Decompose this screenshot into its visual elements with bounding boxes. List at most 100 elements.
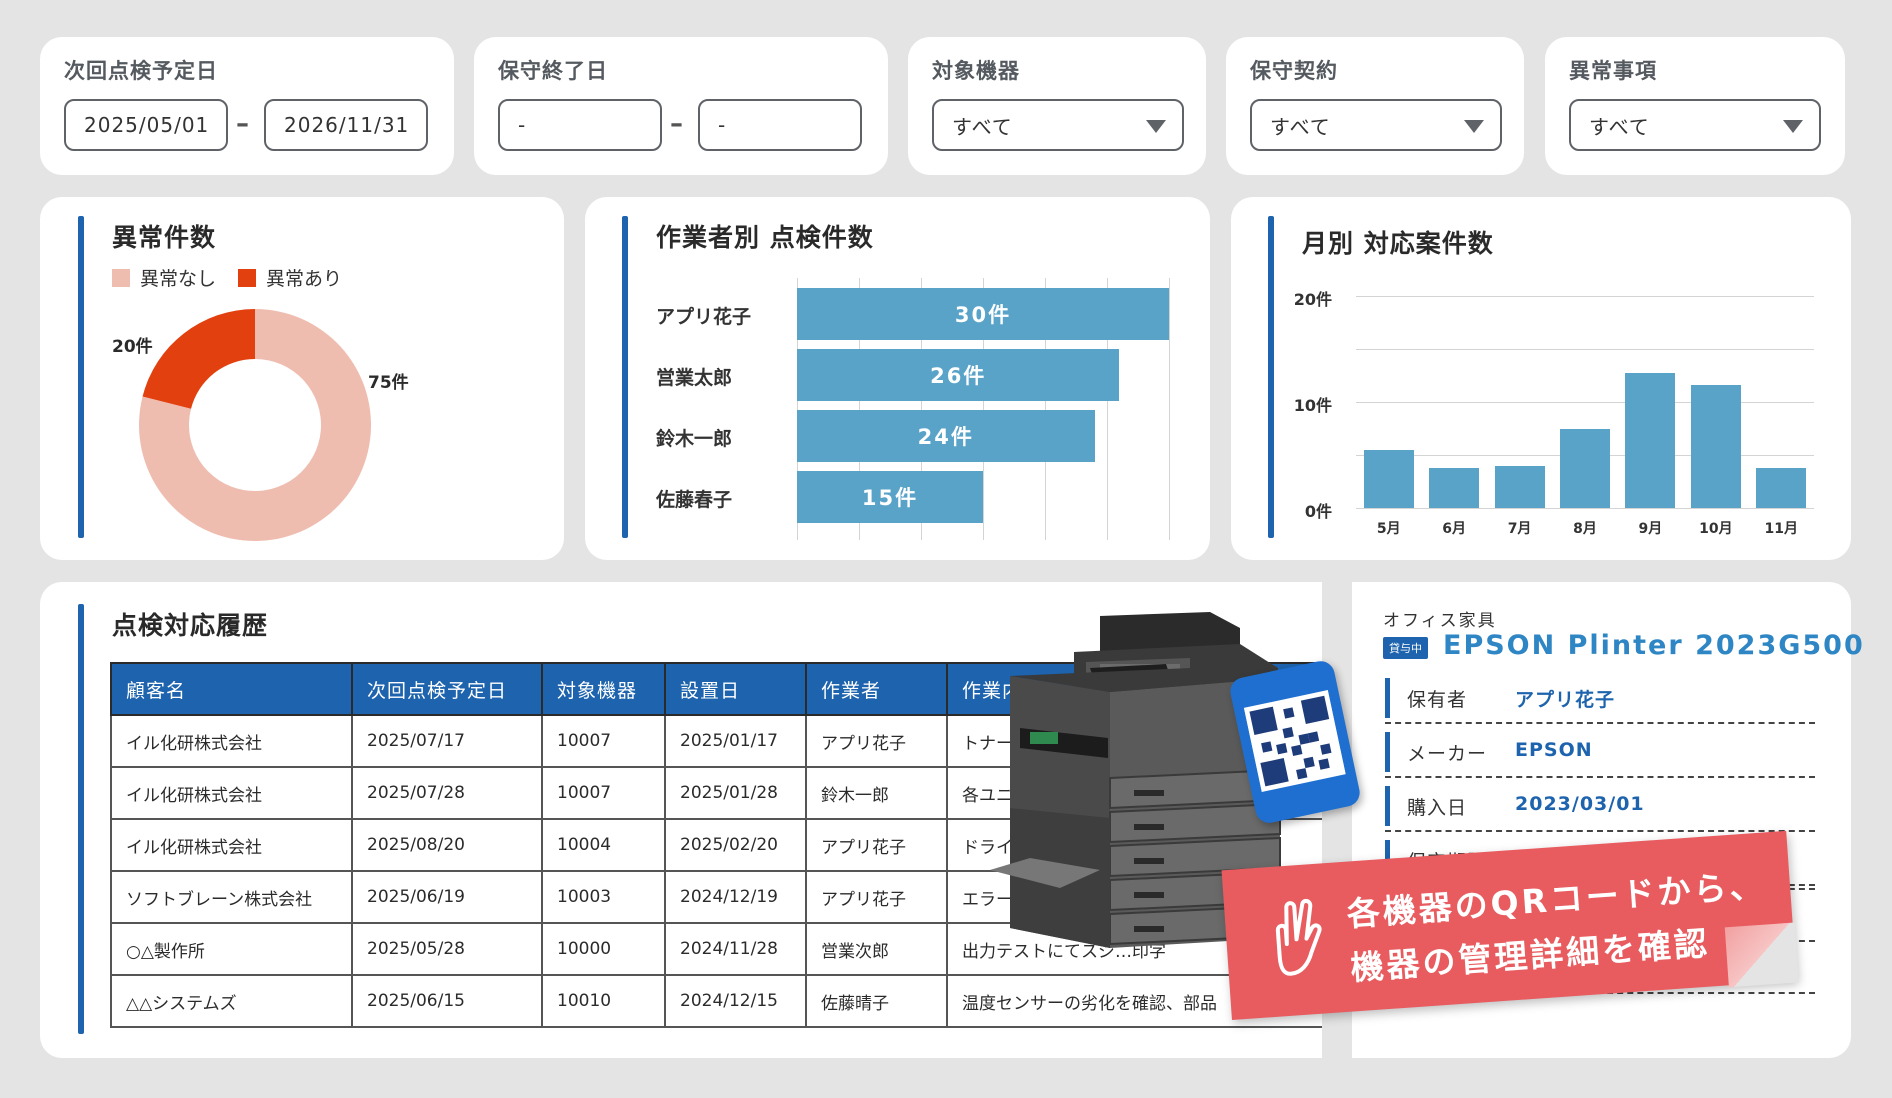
table-cell: 10000	[541, 922, 666, 976]
chevron-down-icon	[1146, 120, 1166, 133]
table-cell: 2024/12/15	[664, 974, 807, 1028]
anomaly-select[interactable]: すべて	[1569, 99, 1821, 151]
filter-maintenance-end: 保守終了日 - – -	[474, 37, 888, 175]
filter-contract: 保守契約 すべて	[1226, 37, 1524, 175]
bar: 30件	[797, 288, 1169, 340]
accent-bar	[1268, 216, 1274, 538]
device-field-value: 2023/03/01	[1515, 793, 1645, 815]
table-cell: 2024/12/19	[664, 870, 807, 924]
table-cell: イル化研株式会社	[110, 818, 353, 872]
bar	[1560, 428, 1610, 508]
table-cell: ソフトブレーン株式会社	[110, 870, 353, 924]
table-cell: ○△製作所	[110, 922, 353, 976]
range-dash: –	[236, 109, 249, 139]
table-cell: 2025/02/20	[664, 818, 807, 872]
accent-bar	[78, 604, 84, 1034]
filter-label: 保守終了日	[498, 59, 608, 83]
bar	[1363, 449, 1414, 508]
x-tick-label: 11月	[1764, 521, 1799, 537]
table-row[interactable]: △△システムズ 2025/06/15 10010 2024/12/15 佐藤晴子 温度セン…	[110, 974, 1328, 1028]
anomaly-panel-title: 異常件数	[112, 223, 217, 252]
pointing-hand-icon	[1275, 899, 1322, 976]
table-cell: 2024/11/28	[664, 922, 807, 976]
grid-line	[1356, 402, 1814, 403]
grid-line	[1356, 296, 1814, 297]
worker-panel-title: 作業者別 点検件数	[656, 223, 874, 252]
bar	[1690, 385, 1741, 508]
table-cell: 2025/01/28	[664, 766, 807, 820]
legend-label-abnormal: 異常あり	[266, 268, 343, 290]
accent-bar	[1385, 732, 1390, 772]
maintenance-end-to-input[interactable]: -	[698, 99, 862, 151]
filter-label: 異常事項	[1569, 59, 1657, 83]
accent-bar	[1385, 678, 1390, 718]
filter-next-inspection: 次回点検予定日 2025/05/01 – 2026/11/31	[40, 37, 454, 175]
maintenance-end-from-input[interactable]: -	[498, 99, 662, 151]
table-cell: 佐藤晴子	[805, 974, 948, 1028]
bar	[1756, 467, 1807, 508]
filter-label: 対象機器	[932, 59, 1020, 83]
select-value: すべて	[1270, 114, 1331, 139]
monthly-panel-title: 月別 対応案件数	[1302, 229, 1494, 258]
device-field-key: 購入日	[1407, 797, 1468, 819]
table-cell: 2025/06/15	[351, 974, 543, 1028]
table-cell: アプリ花子	[805, 818, 948, 872]
bar	[1429, 467, 1480, 508]
filter-label: 次回点検予定日	[64, 59, 218, 83]
anomaly-donut-chart	[139, 309, 371, 541]
legend-label-normal: 異常なし	[140, 268, 217, 290]
column-header[interactable]: 次回点検予定日	[351, 662, 543, 716]
table-cell: 10010	[541, 974, 666, 1028]
table-cell: 鈴木一郎	[805, 766, 948, 820]
table-cell: 2025/05/28	[351, 922, 543, 976]
select-value: すべて	[1589, 114, 1650, 139]
device-field-key: 保有者	[1407, 689, 1468, 711]
bar: 15件	[797, 471, 983, 523]
table-cell: アプリ花子	[805, 870, 948, 924]
table-cell: 2025/08/20	[351, 818, 543, 872]
column-header[interactable]: 顧客名	[110, 662, 353, 716]
table-cell: 営業次郎	[805, 922, 948, 976]
y-tick-label: 10件	[1293, 396, 1332, 415]
device-field-value: アプリ花子	[1515, 689, 1616, 711]
device-category: オフィス家具	[1383, 611, 1497, 631]
column-header[interactable]: 対象機器	[541, 662, 666, 716]
table-cell: 10003	[541, 870, 666, 924]
legend-swatch-abnormal	[238, 268, 257, 287]
page-fold-decoration	[1724, 922, 1799, 988]
device-status-badge: 貸与中	[1383, 637, 1428, 659]
column-header[interactable]: 作業者	[805, 662, 948, 716]
next-inspection-to-input[interactable]: 2026/11/31	[264, 99, 428, 151]
column-header[interactable]: 設置日	[664, 662, 807, 716]
filter-label: 保守契約	[1250, 59, 1338, 83]
filter-target-device: 対象機器 すべて	[908, 37, 1206, 175]
donut-slice	[142, 309, 255, 409]
history-panel-title: 点検対応履歴	[112, 611, 269, 640]
target-device-select[interactable]: すべて	[932, 99, 1184, 151]
next-inspection-from-input[interactable]: 2025/05/01	[64, 99, 228, 151]
x-tick-label: 5月	[1376, 521, 1401, 537]
x-tick-label: 6月	[1442, 521, 1467, 537]
bar	[1494, 465, 1545, 508]
table-cell: イル化研株式会社	[110, 766, 353, 820]
device-field-value: EPSON	[1515, 739, 1593, 761]
bar: 24件	[797, 410, 1095, 462]
contract-select[interactable]: すべて	[1250, 99, 1502, 151]
device-name: EPSON Plinter 2023G500	[1443, 630, 1865, 661]
x-tick-label: 9月	[1638, 521, 1663, 537]
device-field-row: 購入日 2023/03/01	[1385, 780, 1815, 832]
anomaly-legend: 異常なし 異常あり	[112, 264, 342, 291]
table-cell: 10007	[541, 766, 666, 820]
bar-category-label: 鈴木一郎	[656, 428, 733, 450]
bar-category-label: アプリ花子	[656, 306, 752, 328]
table-cell: 10007	[541, 714, 666, 768]
device-field-row: メーカー EPSON	[1385, 726, 1815, 778]
table-cell: 2025/07/28	[351, 766, 543, 820]
accent-bar	[622, 216, 628, 538]
grid-line	[1356, 349, 1814, 350]
accent-bar	[78, 216, 84, 538]
filter-anomaly: 異常事項 すべて	[1545, 37, 1845, 175]
bar-category-label: 営業太郎	[656, 367, 733, 389]
x-tick-label: 10月	[1699, 521, 1733, 537]
chevron-down-icon	[1783, 120, 1803, 133]
